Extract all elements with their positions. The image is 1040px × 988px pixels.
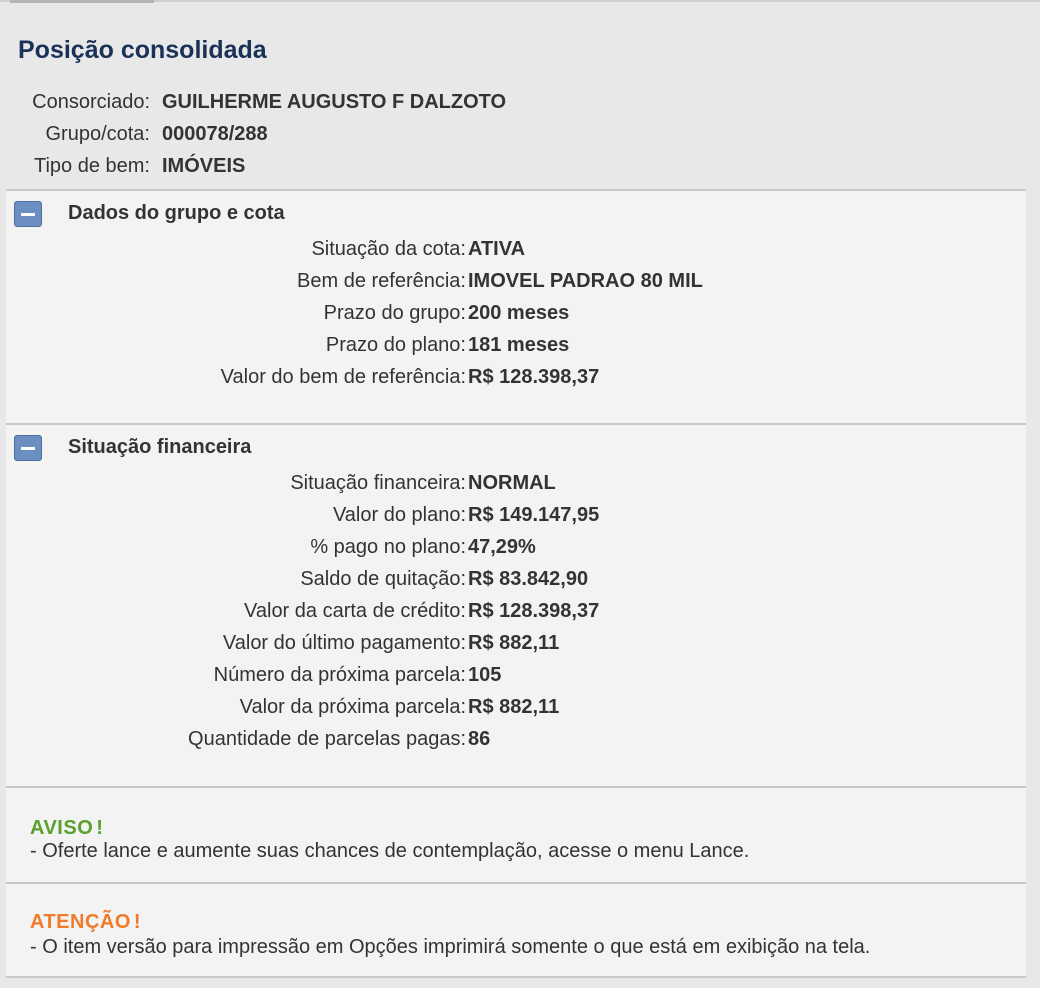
field-label: Valor do bem de referência: — [220, 366, 466, 388]
collapse-icon[interactable] — [14, 435, 42, 461]
field-saldo-quitacao: Saldo de quitação: R$ 83.842,90 — [6, 566, 1026, 592]
field-label: Valor da carta de crédito: — [244, 600, 466, 622]
page: Posição consolidada Consorciado: GUILHER… — [0, 0, 1040, 988]
field-label: Quantidade de parcelas pagas: — [188, 728, 466, 750]
field-pago-plano: % pago no plano: 47,29% — [6, 534, 1026, 560]
consorciado-value: GUILHERME AUGUSTO F DALZOTO — [162, 91, 507, 113]
field-label: Valor da próxima parcela: — [239, 696, 466, 718]
field-value: 47,29% — [468, 536, 536, 558]
field-valor-proxima-parcela: Valor da próxima parcela: R$ 882,11 — [6, 694, 1026, 720]
field-label: Bem de referência: — [297, 270, 466, 292]
atencao-tag-text: ATENÇÃO — [30, 911, 131, 933]
field-value: R$ 882,11 — [468, 632, 560, 654]
field-valor-carta-credito: Valor da carta de crédito: R$ 128.398,37 — [6, 598, 1026, 624]
field-bem-referencia: Bem de referência: IMOVEL PADRAO 80 MIL — [6, 268, 1026, 294]
field-situacao-cota: Situação da cota: ATIVA — [6, 236, 1026, 262]
field-label: Prazo do plano: — [325, 334, 466, 356]
collapse-icon[interactable] — [14, 201, 42, 227]
field-valor-plano: Valor do plano: R$ 149.147,95 — [6, 502, 1026, 528]
top-divider — [0, 0, 1040, 2]
exclamation-icon: ! — [96, 817, 104, 839]
consorciado-label: Consorciado: — [32, 91, 150, 113]
field-situacao-financeira: Situação financeira: NORMAL — [6, 470, 1026, 496]
field-label: Número da próxima parcela: — [213, 664, 466, 686]
field-value: 200 meses — [468, 302, 570, 324]
bottom-divider — [6, 976, 1026, 978]
field-value: 105 — [468, 664, 502, 686]
field-value: NORMAL — [468, 472, 556, 494]
aviso-tag: AVISO! — [30, 817, 103, 840]
atencao-message: - O item versão para impressão em Opções… — [30, 936, 871, 958]
notice-atencao: ATENÇÃO! - O item versão para impressão … — [6, 882, 1026, 977]
field-value: 181 meses — [468, 334, 570, 356]
field-value: R$ 882,11 — [468, 696, 560, 718]
section-title: Dados do grupo e cota — [68, 202, 285, 224]
section-title: Situação financeira — [68, 436, 252, 458]
grupo-cota-value: 000078/288 — [162, 123, 268, 145]
atencao-tag: ATENÇÃO! — [30, 911, 141, 934]
field-value: R$ 83.842,90 — [468, 568, 589, 590]
field-value: ATIVA — [468, 238, 526, 260]
section-situacao-financeira: Situação financeira Situação financeira:… — [6, 423, 1026, 787]
field-label: Saldo de quitação: — [300, 568, 466, 590]
field-label: Prazo do grupo: — [323, 302, 466, 324]
tipo-bem-value: IMÓVEIS — [162, 155, 246, 177]
field-valor-bem-referencia: Valor do bem de referência: R$ 128.398,3… — [6, 364, 1026, 390]
field-value: IMOVEL PADRAO 80 MIL — [468, 270, 703, 292]
field-value: R$ 128.398,37 — [468, 600, 600, 622]
active-tab-indicator — [10, 0, 154, 3]
page-title: Posição consolidada — [18, 36, 267, 64]
field-prazo-plano: Prazo do plano: 181 meses — [6, 332, 1026, 358]
grupo-cota-label: Grupo/cota: — [45, 123, 150, 145]
aviso-message: - Oferte lance e aumente suas chances de… — [30, 840, 750, 862]
tipo-bem-label: Tipo de bem: — [34, 155, 150, 177]
exclamation-icon: ! — [133, 911, 142, 933]
field-quantidade-parcelas-pagas: Quantidade de parcelas pagas: 86 — [6, 726, 1026, 752]
field-numero-proxima-parcela: Número da próxima parcela: 105 — [6, 662, 1026, 688]
info-row-consorciado: Consorciado: GUILHERME AUGUSTO F DALZOTO — [0, 90, 560, 114]
info-row-grupo-cota: Grupo/cota: 000078/288 — [0, 122, 560, 146]
section-dados-grupo-cota: Dados do grupo e cota Situação da cota: … — [6, 189, 1026, 424]
field-label: Situação da cota: — [311, 238, 466, 260]
field-label: Valor do plano: — [332, 504, 466, 526]
field-label: % pago no plano: — [310, 536, 466, 558]
field-label: Situação financeira: — [290, 472, 466, 494]
field-value: R$ 128.398,37 — [468, 366, 600, 388]
field-prazo-grupo: Prazo do grupo: 200 meses — [6, 300, 1026, 326]
field-value: R$ 149.147,95 — [468, 504, 600, 526]
field-label: Valor do último pagamento: — [222, 632, 466, 654]
field-valor-ultimo-pagamento: Valor do último pagamento: R$ 882,11 — [6, 630, 1026, 656]
notice-aviso: AVISO! - Oferte lance e aumente suas cha… — [6, 786, 1026, 883]
aviso-tag-text: AVISO — [30, 817, 94, 839]
field-value: 86 — [468, 728, 491, 750]
info-row-tipo-bem: Tipo de bem: IMÓVEIS — [0, 154, 560, 178]
